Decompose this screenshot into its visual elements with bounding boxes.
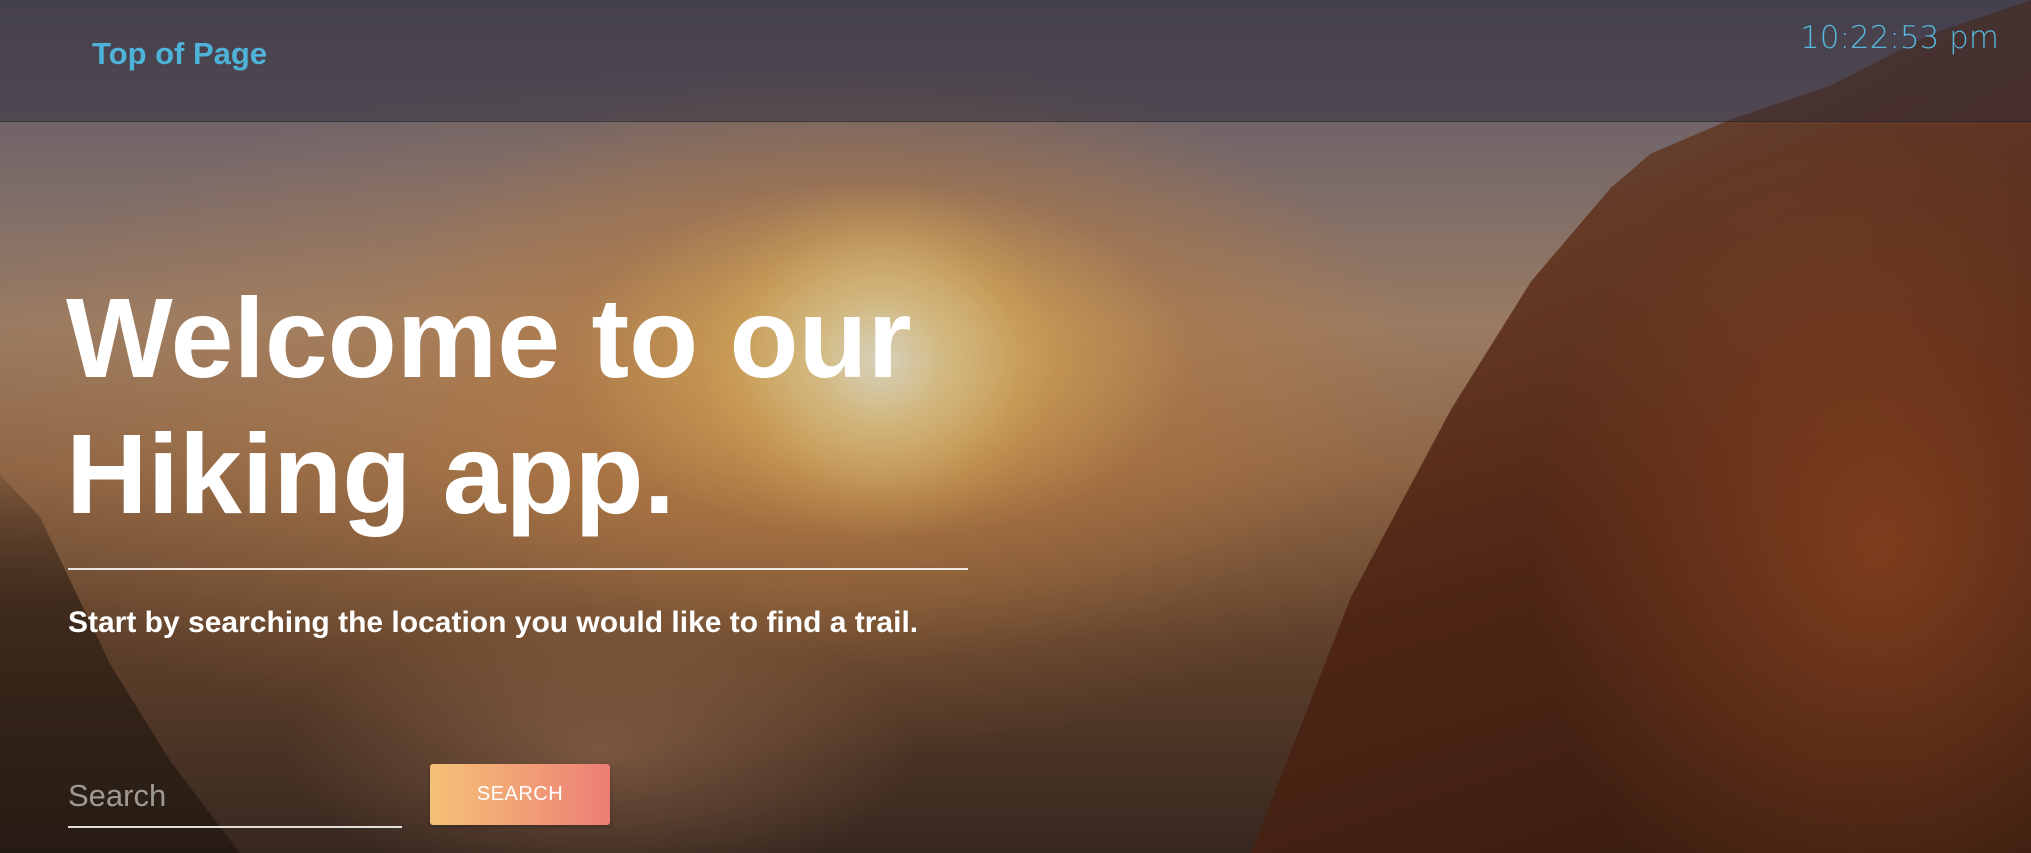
search-input[interactable] bbox=[68, 766, 402, 826]
page: Top of Page 10:22:53 pm Welcome to our H… bbox=[0, 0, 2031, 853]
hero-subtitle: Start by searching the location you woul… bbox=[68, 606, 919, 639]
top-of-page-link[interactable]: Top of Page bbox=[92, 36, 267, 72]
search-field-wrapper bbox=[68, 758, 402, 828]
top-nav-bar: Top of Page 10:22:53 pm bbox=[0, 0, 2031, 122]
clock-display: 10:22:53 pm bbox=[1800, 20, 1999, 56]
hero-title: Welcome to our Hiking app. bbox=[66, 270, 1066, 542]
hero-title-line-2: Hiking app. bbox=[66, 411, 675, 537]
hero-title-line-1: Welcome to our bbox=[66, 275, 912, 401]
search-button[interactable]: SEARCH bbox=[430, 764, 610, 825]
hero-divider bbox=[68, 568, 968, 570]
